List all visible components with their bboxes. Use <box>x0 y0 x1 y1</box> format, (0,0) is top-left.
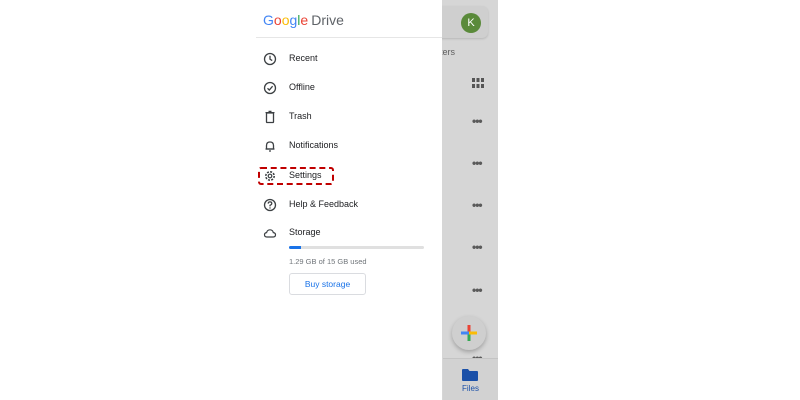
filters-label: ters <box>440 47 456 57</box>
grid-view-icon <box>472 78 484 88</box>
drawer-item-label: Notifications <box>289 140 339 150</box>
bell-icon <box>265 141 275 152</box>
storage-progress-fill <box>289 246 301 249</box>
drawer-item-notifications[interactable]: Notifications <box>256 134 442 158</box>
plus-icon <box>461 325 477 341</box>
cloud-icon <box>263 229 277 238</box>
google-drive-logo: Google Drive <box>263 12 344 28</box>
drawer-item-label: Trash <box>289 111 312 121</box>
storage-progress-bar <box>289 246 424 249</box>
drawer-header: Google Drive <box>256 0 442 38</box>
drawer-item-storage[interactable]: Storage <box>256 221 442 245</box>
bottom-nav-files-label: Files <box>462 384 479 393</box>
more-options-icon: ••• <box>472 114 483 128</box>
drawer-item-offline[interactable]: Offline <box>256 76 442 100</box>
more-options-icon: ••• <box>472 283 483 297</box>
buy-storage-button[interactable]: Buy storage <box>289 273 366 295</box>
more-options-icon: ••• <box>472 240 483 254</box>
folder-icon <box>462 369 478 381</box>
new-button <box>452 316 486 350</box>
drawer-item-label: Recent <box>289 53 318 63</box>
help-icon <box>263 198 277 212</box>
drawer-item-label: Help & Feedback <box>289 199 359 209</box>
clock-icon <box>263 52 277 66</box>
more-options-icon: ••• <box>472 156 483 170</box>
drawer-item-label: Offline <box>289 82 315 92</box>
drawer-item-recent[interactable]: Recent <box>256 47 442 71</box>
trash-icon <box>265 110 275 124</box>
offline-icon <box>263 81 277 95</box>
bottom-nav: Files <box>443 358 498 400</box>
drawer-item-label: Storage <box>289 227 321 237</box>
drawer-item-trash[interactable]: Trash <box>256 105 442 129</box>
storage-used-text: 1.29 GB of 15 GB used <box>289 257 367 266</box>
phone-screen: K ters ••• ••• ••• ••• ••• ••• Files <box>256 0 498 400</box>
navigation-drawer: Google Drive Recent Offline Trash Notifi… <box>256 0 442 400</box>
avatar: K <box>461 13 481 33</box>
settings-highlight-box <box>258 167 334 185</box>
more-options-icon: ••• <box>472 198 483 212</box>
drawer-item-help[interactable]: Help & Feedback <box>256 193 442 217</box>
